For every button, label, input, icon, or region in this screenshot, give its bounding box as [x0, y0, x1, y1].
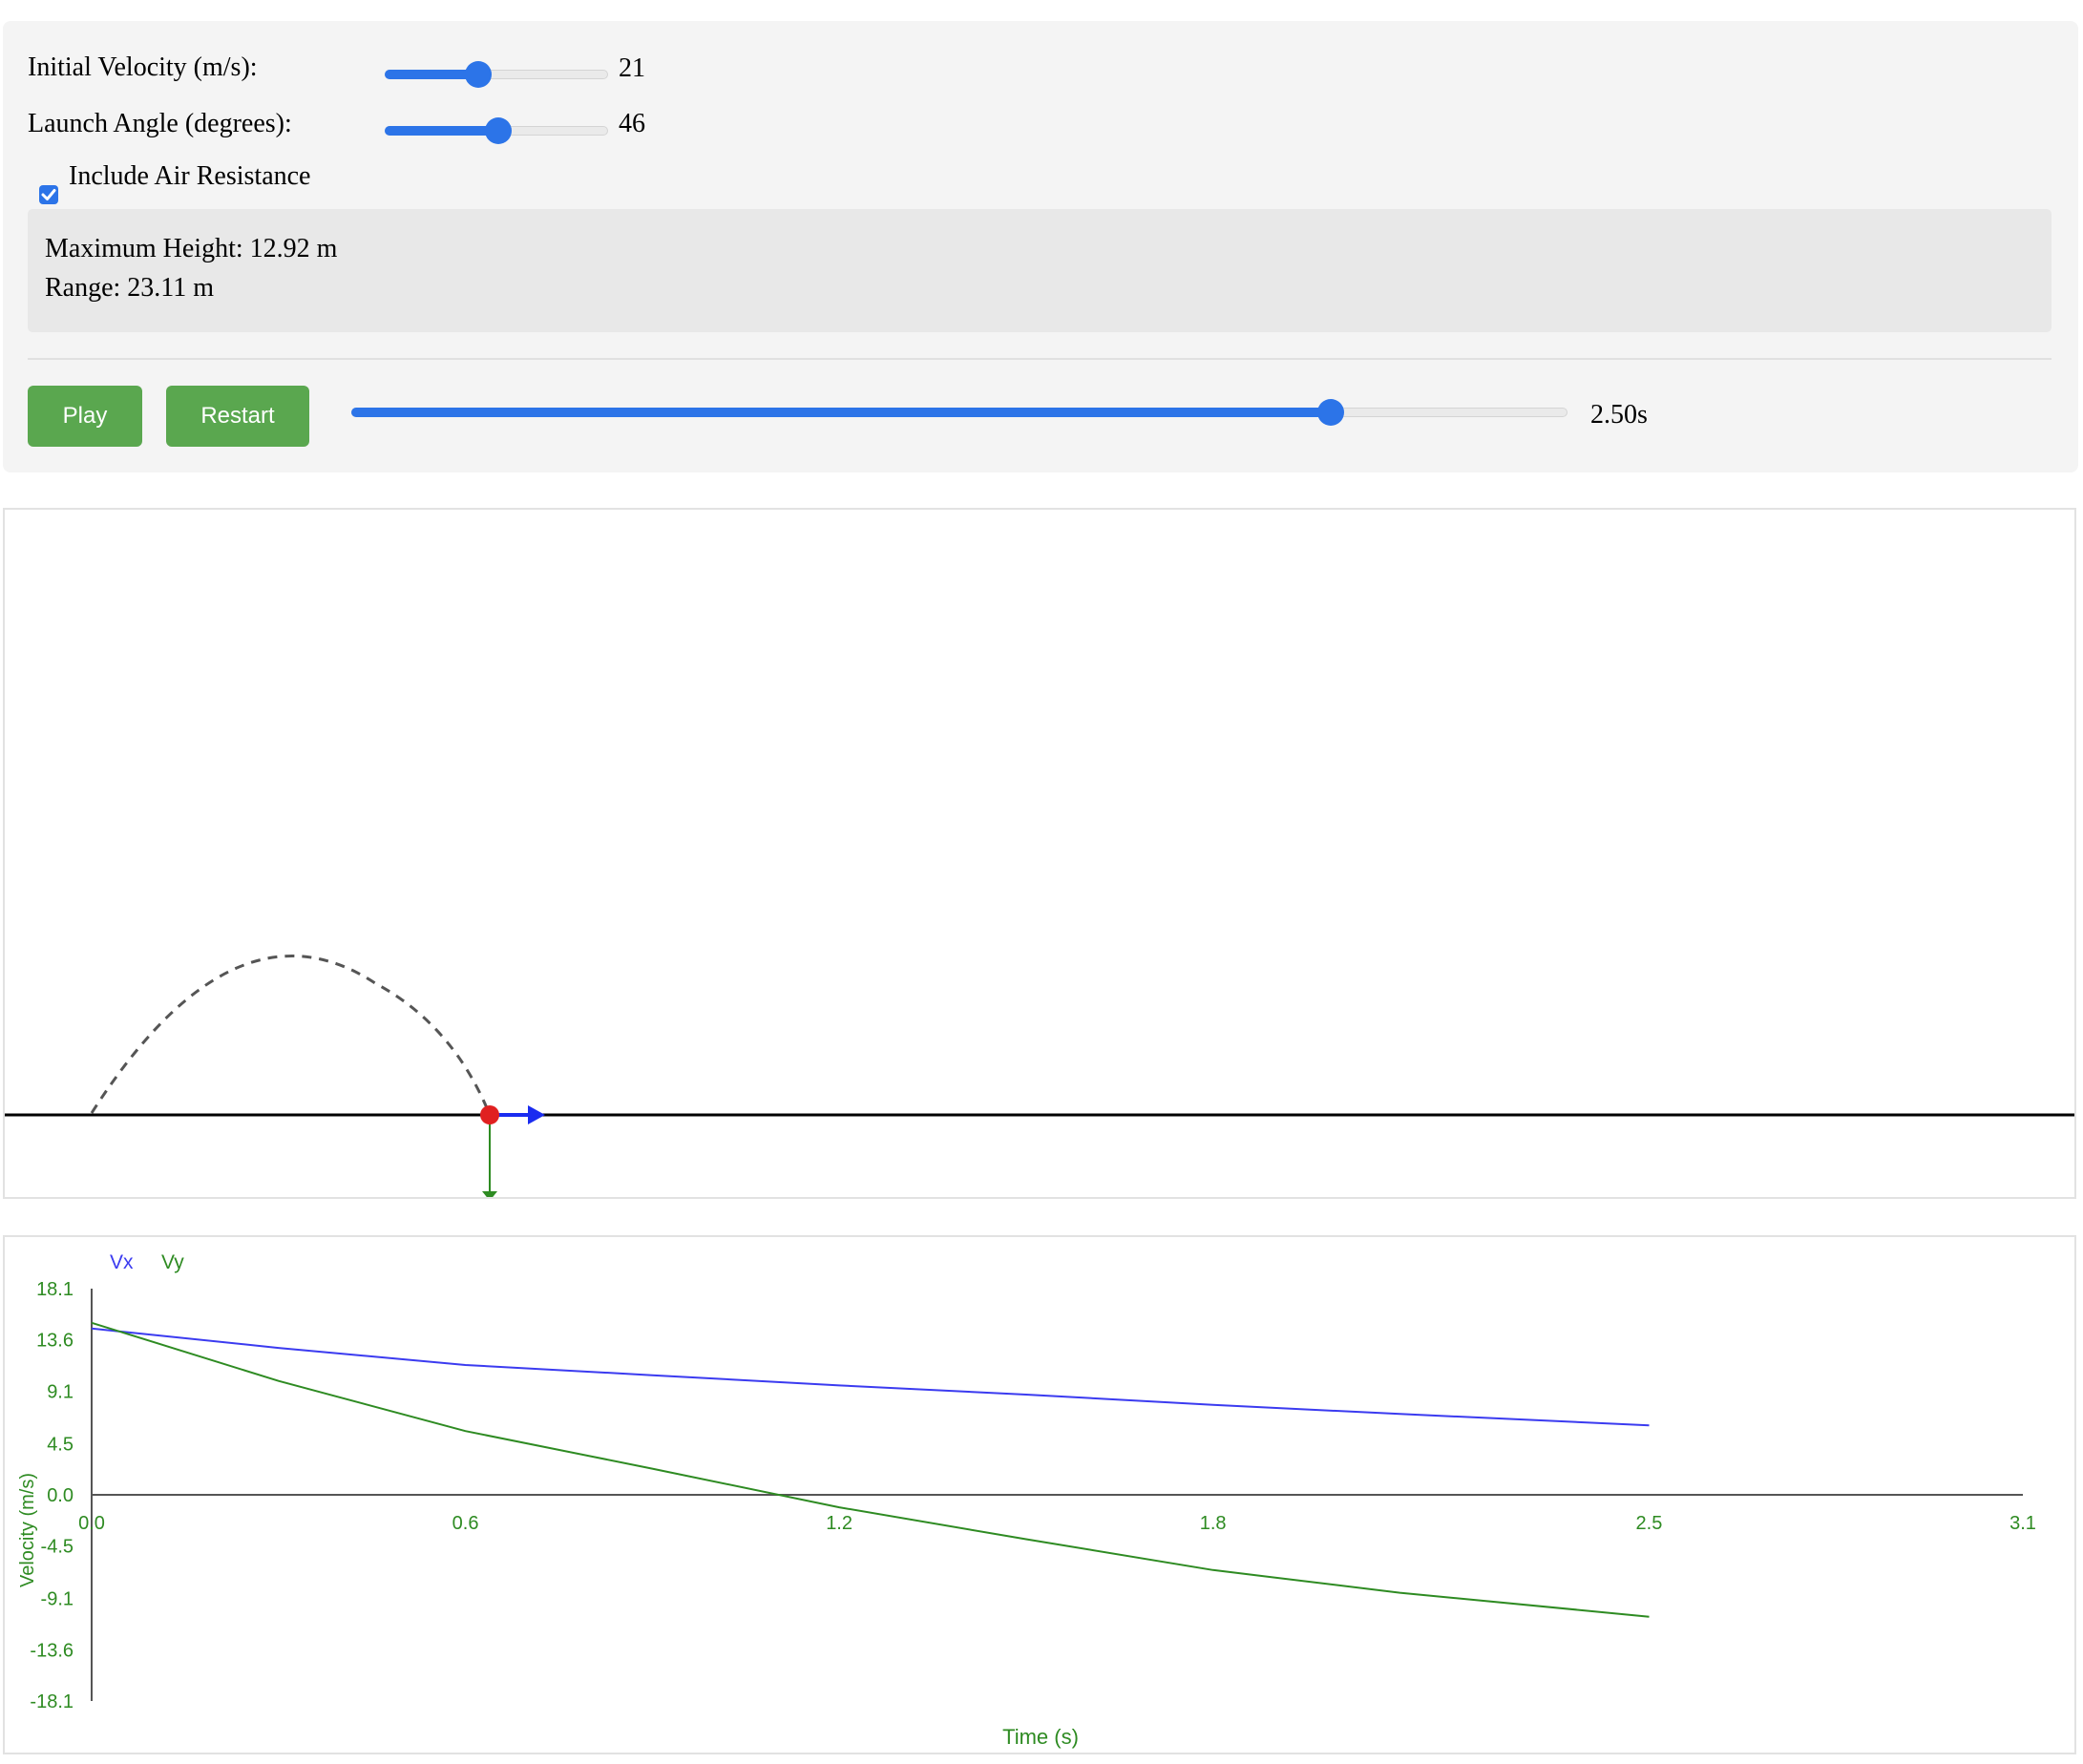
y-tick-label: -18.1 — [30, 1691, 74, 1712]
angle-value: 46 — [619, 109, 645, 138]
y-tick-label: -13.6 — [30, 1640, 74, 1661]
velocity-value: 21 — [619, 53, 645, 83]
legend-item-vx: Vx — [110, 1251, 134, 1273]
angle-slider[interactable] — [385, 112, 608, 150]
air-resistance-checkbox[interactable] — [39, 185, 58, 204]
results-box: Maximum Height: 12.92 m Range: 23.11 m — [28, 209, 2051, 332]
y-tick-label: 18.1 — [36, 1279, 74, 1300]
angle-label: Launch Angle (degrees): — [28, 109, 292, 138]
x-tick-label: 1.8 — [1200, 1513, 1227, 1534]
x-tick-label: 1.2 — [826, 1513, 852, 1534]
y-tick-label: 4.5 — [47, 1434, 74, 1455]
vy-arrowhead-icon — [482, 1191, 497, 1197]
air-resistance-label: Include Air Resistance — [69, 161, 311, 191]
velocity-graph: Vx Vy 18.1 13.6 9.1 4.5 0.0 -4.5 -9.1 -13.6 -18.1… — [3, 1235, 2076, 1754]
velocity-label: Initial Velocity (m/s): — [28, 52, 258, 82]
time-slider[interactable] — [351, 393, 1568, 431]
x-tick-label: 2.5 — [1636, 1513, 1663, 1534]
play-button[interactable]: Play — [28, 386, 142, 447]
time-value: 2.50s — [1590, 400, 1648, 430]
angle-slider-thumb[interactable] — [485, 117, 512, 144]
x-tick-label: 3.1 — [2009, 1513, 2036, 1534]
controls-panel: Initial Velocity (m/s): 21 Launch Angle … — [3, 21, 2078, 472]
divider — [28, 358, 2051, 360]
range-text: Range: 23.11 m — [45, 273, 215, 303]
series-line-vy — [91, 1321, 1650, 1618]
checkmark-icon — [41, 189, 56, 200]
simulation-canvas — [3, 508, 2076, 1199]
time-slider-thumb[interactable] — [1317, 399, 1344, 426]
x-tick-label: 0.6 — [452, 1513, 479, 1534]
x-axis-label: Time (s) — [1002, 1725, 1079, 1749]
projectile-ball — [480, 1105, 499, 1124]
restart-button[interactable]: Restart — [166, 386, 309, 447]
simulation-drawing — [5, 955, 2074, 1197]
x-tick-label: 0.0 — [78, 1513, 105, 1534]
legend-item-vy: Vy — [161, 1251, 184, 1273]
y-tick-label: -9.1 — [41, 1589, 74, 1610]
y-tick-label: 13.6 — [36, 1331, 74, 1352]
y-axis-label: Velocity (m/s) — [17, 1473, 38, 1587]
vx-arrowhead-icon — [528, 1105, 545, 1124]
velocity-slider[interactable] — [385, 55, 608, 94]
y-tick-label: 9.1 — [47, 1381, 74, 1402]
velocity-chart: Vx Vy 18.113.69.14.50.0-4.5-9.1-13.6-18.1… — [17, 1251, 2036, 1749]
max-height-text: Maximum Height: 12.92 m — [45, 234, 338, 263]
series-line-vx — [91, 1327, 1650, 1427]
velocity-slider-thumb[interactable] — [465, 61, 492, 88]
trajectory-path — [90, 955, 492, 1116]
y-tick-label: -4.5 — [41, 1537, 74, 1558]
y-tick-label: 0.0 — [47, 1485, 74, 1506]
